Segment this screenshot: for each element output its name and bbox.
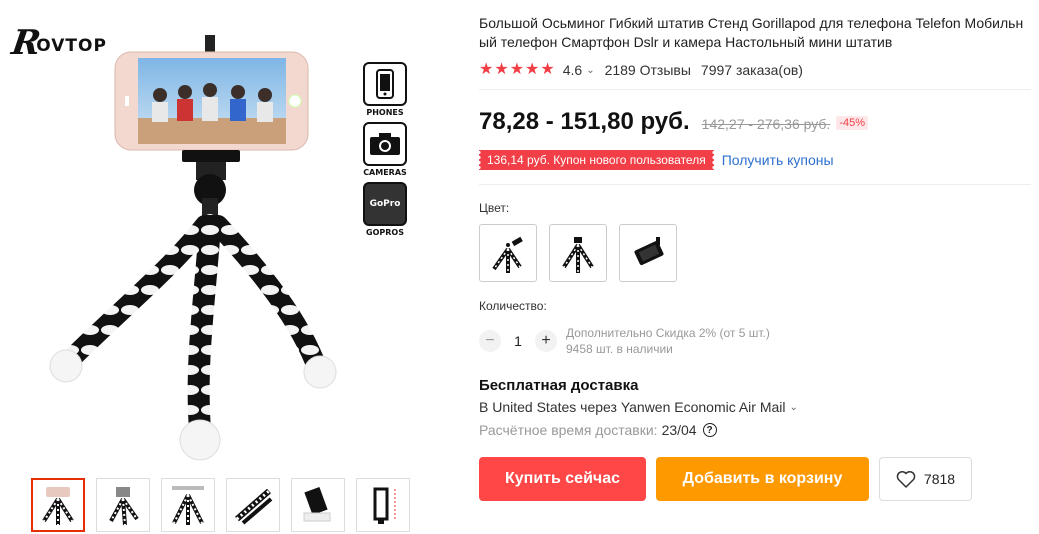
product-title: Большой Осьминог Гибкий штатив Стенд Gor… xyxy=(479,15,1024,50)
shipping-method[interactable]: В United States через Yanwen Economic Ai… xyxy=(479,399,1031,415)
get-coupons-link[interactable]: Получить купоны xyxy=(722,152,834,168)
badge-gopros-label: GOPROS xyxy=(366,228,404,237)
tripod-only-variant[interactable] xyxy=(549,224,607,282)
heart-icon xyxy=(896,470,916,488)
main-product-image[interactable]: R OVTOP PHONES CAMERAS GoPro GOPROS xyxy=(0,0,440,470)
stock-count: 9458 шт. в наличии xyxy=(566,342,673,356)
quantity-decrease-button[interactable]: − xyxy=(479,330,501,352)
new-user-coupon: 136,14 руб. Купон нового пользователя xyxy=(477,150,716,170)
discount-badge: -45% xyxy=(836,116,869,130)
star-icon: ★ xyxy=(479,61,494,78)
camera-icon xyxy=(363,122,407,166)
star-icon: ★ xyxy=(540,61,555,78)
action-buttons: Купить сейчас Добавить в корзину 7818 xyxy=(479,457,1031,501)
chevron-down-icon[interactable]: ⌄ xyxy=(586,65,594,76)
phone-clamp-variant[interactable] xyxy=(619,224,677,282)
coupon-row: 136,14 руб. Купон нового пользователя По… xyxy=(477,150,1031,170)
tripod-wrapped-thumbnail[interactable] xyxy=(226,478,280,532)
quantity-info: Дополнительно Скидка 2% (от 5 шт.) 9458 … xyxy=(566,325,770,357)
quantity-increase-button[interactable]: + xyxy=(535,330,557,352)
badge-cameras: CAMERAS xyxy=(362,122,408,177)
quantity-stepper: − 1 + Дополнительно Скидка 2% (от 5 шт.)… xyxy=(479,325,1031,357)
bulk-discount-note: Дополнительно Скидка 2% (от 5 шт.) xyxy=(566,326,770,340)
thumbnail-strip xyxy=(31,478,410,532)
product-info: Большой Осьминог Гибкий штатив Стенд Gor… xyxy=(477,14,1031,501)
star-icon: ★ xyxy=(525,61,540,78)
color-variants xyxy=(479,224,1031,282)
eta-value: 23/04 xyxy=(661,422,697,438)
star-icon: ★ xyxy=(509,61,525,78)
gopro-icon-text: GoPro xyxy=(369,199,401,209)
rating-value[interactable]: 4.6 xyxy=(563,62,582,78)
quantity-input[interactable]: 1 xyxy=(501,333,535,349)
tripod-with-clamp-variant[interactable] xyxy=(479,224,537,282)
eta-label: Расчётное время доставки: xyxy=(479,422,658,438)
wishlist-button[interactable]: 7818 xyxy=(879,457,972,501)
buy-now-button[interactable]: Купить сейчас xyxy=(479,457,646,501)
gopro-icon: GoPro xyxy=(363,182,407,226)
reviews-count[interactable]: 2189 Отзывы xyxy=(605,62,691,78)
shipping-title: Бесплатная доставка xyxy=(479,377,639,394)
orders-count: 7997 заказа(ов) xyxy=(700,62,803,78)
help-icon[interactable]: ? xyxy=(702,423,717,437)
phone-clamp-thumbnail[interactable] xyxy=(291,478,345,532)
chevron-down-icon[interactable]: ⌄ xyxy=(790,402,798,413)
current-price: 78,28 - 151,80 руб. xyxy=(479,108,690,135)
wishlist-count: 7818 xyxy=(923,471,956,487)
tripod-bendable-thumbnail[interactable] xyxy=(161,478,215,532)
star-icon: ★ xyxy=(494,61,509,78)
price-row: 78,28 - 151,80 руб. 142,27 - 276,36 руб.… xyxy=(479,108,1031,136)
rating-row: ★ ★ ★ ★ ★ 4.6 ⌄ 2189 Отзывы 7997 заказа(… xyxy=(479,59,1031,81)
badge-phones-label: PHONES xyxy=(366,108,404,117)
shipping-route[interactable]: В United States через Yanwen Economic Ai… xyxy=(479,399,786,415)
old-price: 142,27 - 276,36 руб. xyxy=(701,116,831,132)
badge-gopros: GoPro GOPROS xyxy=(362,182,408,237)
badge-cameras-label: CAMERAS xyxy=(363,168,407,177)
phone-icon xyxy=(363,62,407,106)
clamp-dimensions-thumbnail[interactable] xyxy=(356,478,410,532)
badge-phones: PHONES xyxy=(362,62,408,117)
divider xyxy=(479,89,1031,90)
tripod-with-gopro-thumbnail[interactable] xyxy=(96,478,150,532)
rating-stars: ★ ★ ★ ★ ★ xyxy=(479,62,555,78)
quantity-label: Количество: xyxy=(479,299,547,313)
add-to-cart-button[interactable]: Добавить в корзину xyxy=(656,457,869,501)
tripod-with-phone-thumbnail[interactable] xyxy=(31,478,85,532)
delivery-estimate: Расчётное время доставки: 23/04 ? xyxy=(479,422,1031,438)
color-label: Цвет: xyxy=(479,201,510,215)
divider xyxy=(479,184,1031,185)
product-gallery: R OVTOP PHONES CAMERAS GoPro GOPROS xyxy=(0,0,440,534)
